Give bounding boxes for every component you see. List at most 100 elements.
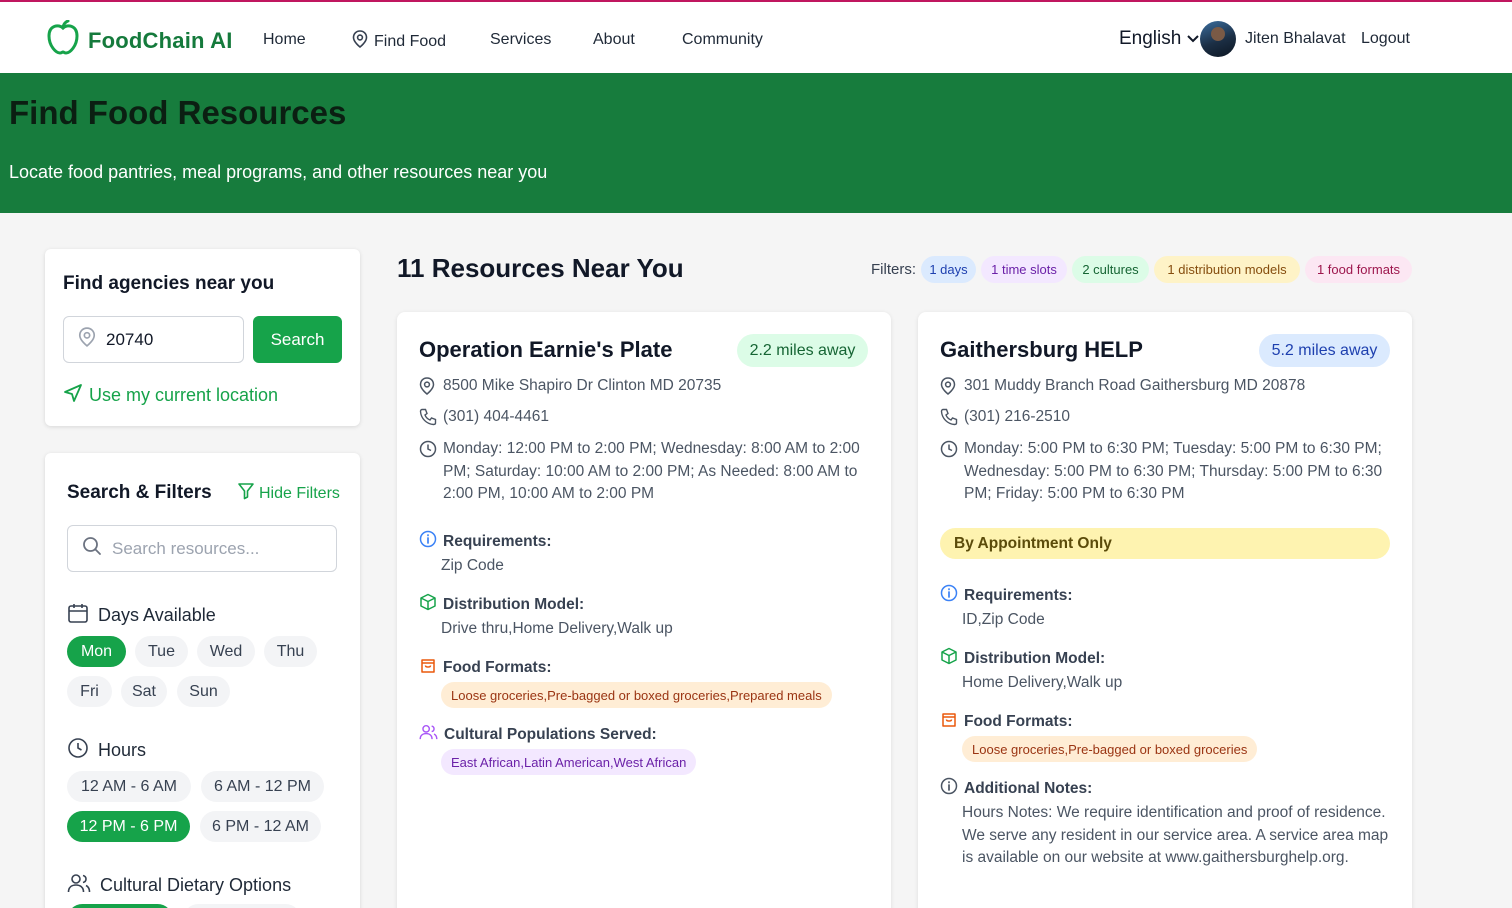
nav-home[interactable]: Home <box>263 31 306 49</box>
requirements-label: Requirements: <box>964 586 1073 604</box>
day-chip-fri[interactable]: Fri <box>67 676 112 707</box>
info-icon <box>419 530 437 553</box>
agency-search-panel: Find agencies near you 20740 Search Use … <box>45 249 360 426</box>
box-icon <box>940 647 958 670</box>
hours-row: Monday: 12:00 PM to 2:00 PM; Wednesday: … <box>419 438 869 506</box>
use-location-label: Use my current location <box>89 385 279 405</box>
zip-code-value: 20740 <box>106 329 154 349</box>
distribution-label: Distribution Model: <box>443 595 585 613</box>
calendar-icon <box>67 602 89 629</box>
cultural-label: Cultural Populations Served: <box>444 725 657 743</box>
shopping-bag-icon <box>419 656 437 679</box>
clock-icon <box>67 737 89 764</box>
resource-search-input[interactable]: Search resources... <box>67 525 337 572</box>
food-formats-tag: Loose groceries,Pre-bagged or boxed groc… <box>441 682 832 708</box>
hours-text: Monday: 5:00 PM to 6:30 PM; Tuesday: 5:0… <box>964 440 1383 502</box>
map-pin-icon <box>78 327 96 352</box>
hide-filters-button[interactable]: Hide Filters <box>237 482 340 505</box>
phone-row: (301) 404-4461 <box>419 406 549 434</box>
filter-chip-time-slots[interactable]: 1 time slots <box>981 256 1067 283</box>
distribution-value: Drive thru,Home Delivery,Walk up <box>441 620 673 637</box>
cultural-heading: Cultural Dietary Options <box>67 872 291 899</box>
page-title: Find Food Resources <box>9 94 347 131</box>
info-icon <box>940 777 958 800</box>
nav-find-food[interactable]: Find Food <box>352 30 446 53</box>
avatar[interactable] <box>1200 21 1236 57</box>
page-subtitle: Locate food pantries, meal programs, and… <box>9 162 548 182</box>
hour-chip-6am-12pm[interactable]: 6 AM - 12 PM <box>201 771 324 802</box>
filter-chip-days[interactable]: 1 days <box>921 256 976 283</box>
map-pin-icon <box>940 377 958 403</box>
hour-chip-6pm-12am[interactable]: 6 PM - 12 AM <box>200 811 321 842</box>
hero-banner: Find Food Resources Locate food pantries… <box>0 73 1512 213</box>
hour-chip-12pm-6pm[interactable]: 12 PM - 6 PM <box>67 811 190 842</box>
hours-heading-label: Hours <box>98 740 147 760</box>
box-icon <box>419 593 437 616</box>
results-count-title: 11 Resources Near You <box>397 253 684 283</box>
address-text: 8500 Mike Shapiro Dr Clinton MD 20735 <box>443 377 722 394</box>
phone-text[interactable]: (301) 216-2510 <box>964 406 1070 434</box>
cultural-chip[interactable] <box>183 904 301 908</box>
distribution-heading: Distribution Model: <box>940 647 1105 670</box>
clock-icon <box>940 440 958 506</box>
logout-link[interactable]: Logout <box>1361 30 1410 48</box>
brand-logo[interactable]: FoodChain AI <box>46 19 233 61</box>
requirements-heading: Requirements: <box>419 530 552 553</box>
map-pin-icon <box>419 377 437 403</box>
active-filters-label: Filters: <box>871 261 916 278</box>
cultural-heading: Cultural Populations Served: <box>419 723 657 746</box>
distribution-label: Distribution Model: <box>964 649 1106 667</box>
resource-card[interactable]: Operation Earnie's Plate 2.2 miles away … <box>397 312 891 908</box>
filter-chip-food-formats[interactable]: 1 food formats <box>1305 256 1412 283</box>
day-chip-thu[interactable]: Thu <box>264 636 317 667</box>
chevron-down-icon <box>1187 28 1200 50</box>
top-navbar: FoodChain AI Home Find Food Services Abo… <box>0 0 1512 73</box>
hour-chip-12am-6am[interactable]: 12 AM - 6 AM <box>67 771 191 802</box>
cultural-chip-selected[interactable] <box>67 904 173 908</box>
language-value: English <box>1119 28 1182 49</box>
navigation-arrow-icon <box>63 383 83 408</box>
clock-icon <box>419 440 437 506</box>
resource-name: Operation Earnie's Plate <box>419 337 673 362</box>
distribution-heading: Distribution Model: <box>419 593 584 616</box>
brand-name: FoodChain AI <box>88 27 233 53</box>
notes-text: Hours Notes: We require identification a… <box>962 804 1389 866</box>
days-heading: Days Available <box>67 602 216 629</box>
cultural-heading-label: Cultural Dietary Options <box>100 875 292 895</box>
users-icon <box>67 872 91 899</box>
food-formats-tag: Loose groceries,Pre-bagged or boxed groc… <box>962 736 1258 762</box>
search-icon <box>82 536 102 561</box>
resource-name: Gaithersburg HELP <box>940 337 1143 362</box>
food-formats-heading: Food Formats: <box>940 710 1073 733</box>
nav-services[interactable]: Services <box>490 31 551 49</box>
nav-about[interactable]: About <box>593 31 635 49</box>
users-icon <box>419 723 438 746</box>
use-location-link[interactable]: Use my current location <box>63 383 278 408</box>
distribution-value: Home Delivery,Walk up <box>962 674 1123 691</box>
address-row: 301 Muddy Branch Road Gaithersburg MD 20… <box>940 375 1305 403</box>
day-chip-wed[interactable]: Wed <box>197 636 255 667</box>
zip-code-input[interactable]: 20740 <box>63 316 244 363</box>
resource-card[interactable]: Gaithersburg HELP 5.2 miles away 301 Mud… <box>918 312 1412 908</box>
filter-chip-cultures[interactable]: 2 cultures <box>1072 256 1149 283</box>
requirements-label: Requirements: <box>443 532 552 550</box>
filter-chip-distribution[interactable]: 1 distribution models <box>1154 256 1300 283</box>
user-name[interactable]: Jiten Bhalavat <box>1245 30 1346 48</box>
food-formats-label: Food Formats: <box>443 658 552 676</box>
food-formats-label: Food Formats: <box>964 712 1073 730</box>
phone-icon <box>940 408 958 434</box>
apple-icon <box>46 19 80 61</box>
day-chip-mon[interactable]: Mon <box>67 636 126 667</box>
search-placeholder: Search resources... <box>112 538 260 558</box>
filters-title: Search & Filters <box>67 482 212 503</box>
phone-text[interactable]: (301) 404-4461 <box>443 406 549 434</box>
nav-community[interactable]: Community <box>682 31 763 49</box>
search-button[interactable]: Search <box>253 316 342 363</box>
day-chip-sat[interactable]: Sat <box>121 676 167 707</box>
address-text: 301 Muddy Branch Road Gaithersburg MD 20… <box>964 377 1306 394</box>
language-select[interactable]: English <box>1119 28 1200 50</box>
day-chip-sun[interactable]: Sun <box>177 676 230 707</box>
agency-panel-title: Find agencies near you <box>63 273 275 294</box>
appointment-badge: By Appointment Only <box>940 528 1390 559</box>
day-chip-tue[interactable]: Tue <box>135 636 188 667</box>
